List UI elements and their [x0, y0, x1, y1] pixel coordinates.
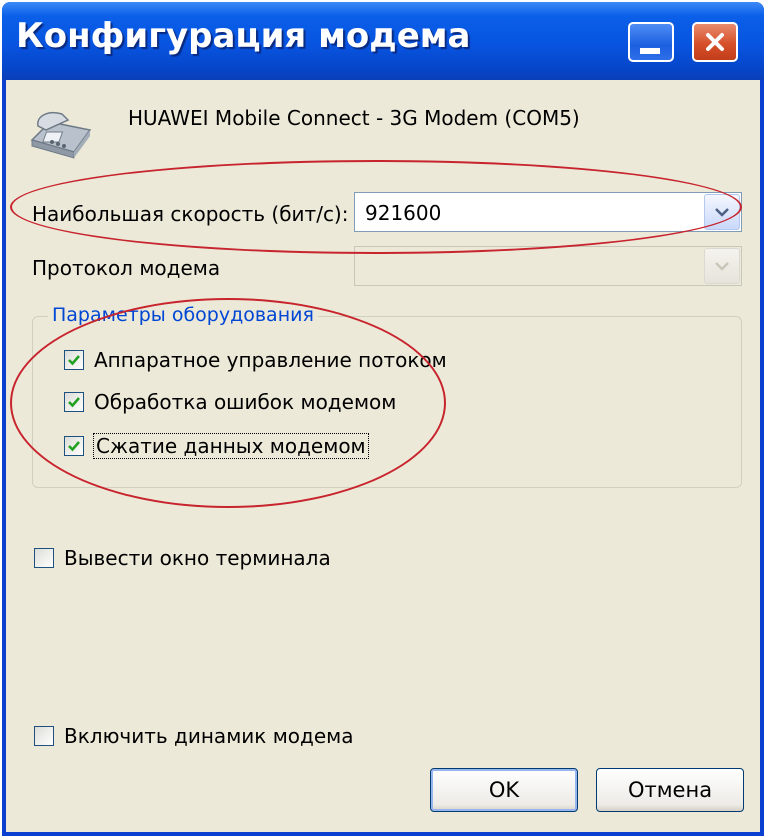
checkmark-icon — [68, 397, 80, 408]
cancel-button[interactable]: Отмена — [596, 768, 744, 812]
title-bar[interactable]: Конфигурация модема — [2, 2, 764, 80]
flow-control-label: Аппаратное управление потоком — [94, 348, 447, 372]
error-control-checkbox[interactable] — [64, 392, 84, 412]
chevron-down-icon — [715, 262, 729, 271]
speed-value: 921600 — [365, 201, 442, 225]
chevron-down-icon — [715, 208, 729, 217]
compression-label: Сжатие данных модемом — [93, 433, 369, 459]
protocol-label: Протокол модема — [32, 256, 221, 280]
terminal-label: Вывести окно терминала — [64, 546, 331, 570]
hardware-group-legend: Параметры оборудования — [48, 304, 318, 326]
dialog-body: HUAWEI Mobile Connect - 3G Modem (COM5) … — [6, 80, 760, 832]
terminal-checkbox[interactable] — [34, 548, 54, 568]
modem-phone-icon — [30, 112, 92, 159]
protocol-select[interactable] — [354, 246, 742, 286]
close-button[interactable] — [692, 22, 738, 62]
error-control-label: Обработка ошибок модемом — [94, 390, 397, 414]
speaker-checkbox[interactable] — [34, 726, 54, 746]
dialog-window: Конфигурация модема HUAWEI Mobile Connec… — [2, 2, 764, 836]
speaker-label: Включить динамик модема — [64, 724, 354, 748]
speed-label: Наибольшая скорость (бит/с): — [32, 202, 349, 226]
speed-dropdown-button[interactable] — [704, 194, 740, 230]
window-title: Конфигурация модема — [16, 16, 471, 56]
flow-control-checkbox[interactable] — [64, 350, 84, 370]
checkmark-icon — [68, 441, 80, 452]
compression-checkbox[interactable] — [64, 436, 84, 456]
device-name: HUAWEI Mobile Connect - 3G Modem (COM5) — [128, 106, 580, 130]
minimize-icon — [640, 48, 660, 54]
ok-button[interactable]: OK — [430, 768, 578, 812]
speed-select[interactable]: 921600 — [354, 192, 742, 232]
protocol-dropdown-button[interactable] — [704, 248, 740, 284]
close-icon — [694, 24, 736, 60]
minimize-button[interactable] — [628, 22, 674, 62]
checkmark-icon — [68, 355, 80, 366]
